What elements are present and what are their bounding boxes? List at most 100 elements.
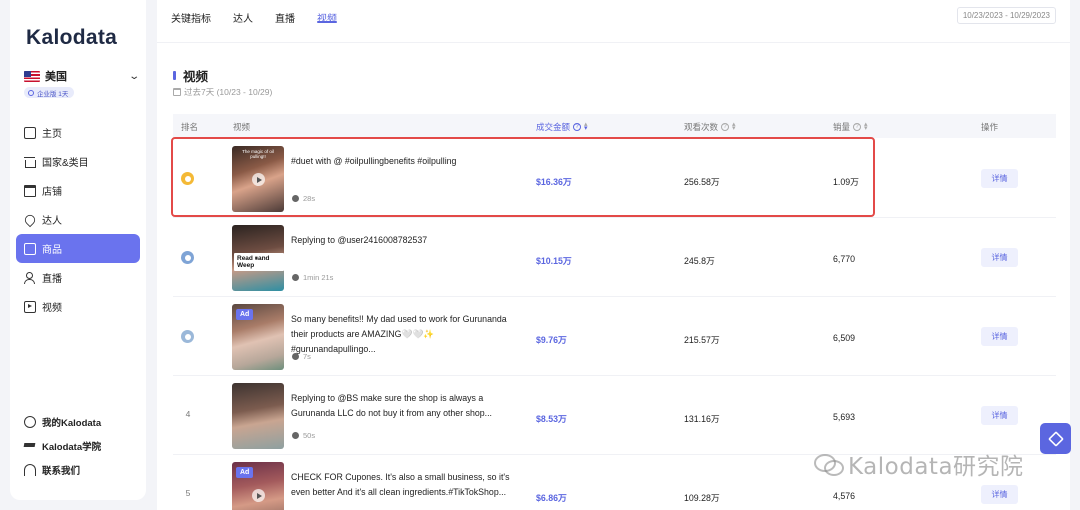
sales-value: 6,770 xyxy=(833,254,856,264)
sidebar-item-videos[interactable]: 视频 xyxy=(16,292,140,321)
ad-badge: Ad xyxy=(236,467,254,478)
date-range-picker[interactable]: 10/23/2023 - 10/29/2023 xyxy=(956,7,1056,24)
views-value: 109.28万 xyxy=(684,493,720,503)
gmv-value: $6.86万 xyxy=(536,493,567,503)
help-icon[interactable]: ? xyxy=(721,123,730,131)
video-description[interactable]: Replying to @BS make sure the shop is al… xyxy=(291,391,521,421)
detail-button[interactable]: 详情 xyxy=(981,485,1018,504)
clock-icon xyxy=(292,353,299,360)
sidebar-item-label: 视频 xyxy=(42,303,62,314)
detail-button[interactable]: 详情 xyxy=(981,248,1018,267)
sidebar-item-label: 我的Kalodata xyxy=(42,418,102,429)
sidebar-item-label: 店铺 xyxy=(42,187,62,198)
kalodata-logo[interactable]: Kalodata xyxy=(26,26,117,50)
sidebar-item-label: 达人 xyxy=(42,216,62,227)
region-selector[interactable]: 美国 ⌄ xyxy=(24,68,140,84)
detail-button[interactable]: 详情 xyxy=(981,327,1018,346)
table-header: 排名 视频 成交金额 ? ▴ ▾ 观看次数 ? ▴ ▾ 销量 ? ▴ ▾ 操作 xyxy=(173,114,1056,138)
header-views[interactable]: 观看次数 ? ▴ ▾ xyxy=(684,121,736,133)
home-icon xyxy=(24,126,36,139)
play-icon[interactable] xyxy=(252,489,265,502)
table-row[interactable]: 4 Replying to @BS make sure the shop is … xyxy=(173,376,1056,455)
sidebar-item-home[interactable]: 主页 xyxy=(16,118,140,147)
sidebar-item-academy[interactable]: Kalodata学院 xyxy=(16,434,140,458)
sidebar-item-contact[interactable]: 联系我们 xyxy=(16,458,140,482)
table-row[interactable]: Ad So many benefits!! My dad used to wor… xyxy=(173,297,1056,376)
sidebar-item-creators[interactable]: 达人 xyxy=(16,205,140,234)
play-icon[interactable] xyxy=(252,173,265,186)
header-sales[interactable]: 销量 ? ▴ ▾ xyxy=(833,121,868,133)
sales-value: 5,693 xyxy=(833,412,856,422)
calendar-icon xyxy=(173,88,181,96)
help-icon[interactable]: ? xyxy=(853,123,862,131)
table-row[interactable]: The magic of oil pulling!! #duet with @ … xyxy=(173,139,1056,218)
sort-icon[interactable]: ▴ ▾ xyxy=(732,121,736,132)
section-title: 视频 xyxy=(173,66,208,85)
graduation-cap-icon xyxy=(24,440,36,452)
sidebar-item-label: 直播 xyxy=(42,274,62,285)
video-duration: 28s xyxy=(292,194,315,203)
gmv-value: $10.15万 xyxy=(536,256,572,266)
detail-button[interactable]: 详情 xyxy=(981,169,1018,188)
sidebar-item-label: 主页 xyxy=(42,129,62,140)
sidebar-item-my-kalodata[interactable]: 我的Kalodata xyxy=(16,410,140,434)
sidebar-item-live[interactable]: 直播 xyxy=(16,263,140,292)
plan-badge: 企业版 1天 xyxy=(24,87,75,98)
sidebar-nav: 主页 国家&类目 店铺 达人 商品 直播 视频 xyxy=(16,118,140,321)
sidebar-item-label: 国家&类目 xyxy=(42,158,89,169)
user-icon xyxy=(24,416,36,428)
title-accent-bar xyxy=(173,71,176,80)
region-name: 美国 xyxy=(45,71,67,83)
tab-bar: 关键指标 达人 直播 视频 xyxy=(171,0,359,34)
main-panel: 关键指标 达人 直播 视频 10/23/2023 - 10/29/2023 视频… xyxy=(157,0,1070,510)
video-thumbnail[interactable]: Read ⏸and Weep xyxy=(232,225,284,291)
rank-number: 5 xyxy=(185,488,191,498)
views-value: 215.57万 xyxy=(684,335,720,345)
headset-icon xyxy=(24,464,36,476)
sidebar-item-country-category[interactable]: 国家&类目 xyxy=(16,147,140,176)
clock-icon xyxy=(292,432,299,439)
section-subtitle: 过去7天 (10/23 - 10/29) xyxy=(173,86,272,98)
video-description[interactable]: Replying to @user2416008782537 xyxy=(291,233,521,248)
gmv-value: $9.76万 xyxy=(536,335,567,345)
watermark: Kalodata研究院 xyxy=(814,447,1024,481)
video-description[interactable]: So many benefits!! My dad used to work f… xyxy=(291,312,521,357)
divider xyxy=(157,42,1070,43)
video-thumbnail[interactable]: The magic of oil pulling!! xyxy=(232,146,284,212)
rank-medal-bronze xyxy=(181,330,195,344)
detail-button[interactable]: 详情 xyxy=(981,406,1018,425)
bronze-medal-icon xyxy=(181,330,194,343)
gmv-value: $16.36万 xyxy=(536,177,572,187)
video-thumbnail[interactable] xyxy=(232,383,284,449)
sidebar-item-stores[interactable]: 店铺 xyxy=(16,176,140,205)
header-rank: 排名 xyxy=(181,122,199,132)
users-icon xyxy=(24,271,36,284)
sidebar-item-products[interactable]: 商品 xyxy=(16,234,140,263)
tab-videos[interactable]: 视频 xyxy=(317,0,337,34)
video-thumbnail[interactable]: Ad xyxy=(232,304,284,370)
clock-icon xyxy=(292,274,299,281)
bank-icon xyxy=(24,156,36,168)
table-row[interactable]: Read ⏸and Weep Replying to @user24160087… xyxy=(173,218,1056,297)
sort-icon[interactable]: ▴ ▾ xyxy=(864,121,868,132)
cube-icon xyxy=(1047,430,1064,447)
views-value: 256.58万 xyxy=(684,177,720,187)
video-description[interactable]: CHECK FOR Cupones. It's also a small bus… xyxy=(291,470,521,500)
tab-creators[interactable]: 达人 xyxy=(233,0,253,34)
video-duration: 1min 21s xyxy=(292,273,333,282)
video-thumbnail[interactable]: Ad xyxy=(232,462,284,510)
tab-key-metrics[interactable]: 关键指标 xyxy=(171,0,211,34)
help-icon[interactable]: ? xyxy=(573,123,582,131)
chevron-down-icon: ⌄ xyxy=(127,70,140,82)
floating-cube-button[interactable] xyxy=(1040,423,1071,454)
header-video: 视频 xyxy=(233,122,251,132)
sales-value: 6,509 xyxy=(833,333,856,343)
video-description[interactable]: #duet with @ #oilpullingbenefits #oilpul… xyxy=(291,154,521,169)
header-gmv[interactable]: 成交金额 ? ▴ ▾ xyxy=(536,121,588,133)
gold-medal-icon xyxy=(181,172,194,185)
sidebar-item-label: 联系我们 xyxy=(42,466,81,477)
rank-medal-gold xyxy=(181,172,195,186)
header-action: 操作 xyxy=(981,122,999,132)
sort-icon[interactable]: ▴ ▾ xyxy=(584,121,588,132)
tab-live[interactable]: 直播 xyxy=(275,0,295,34)
